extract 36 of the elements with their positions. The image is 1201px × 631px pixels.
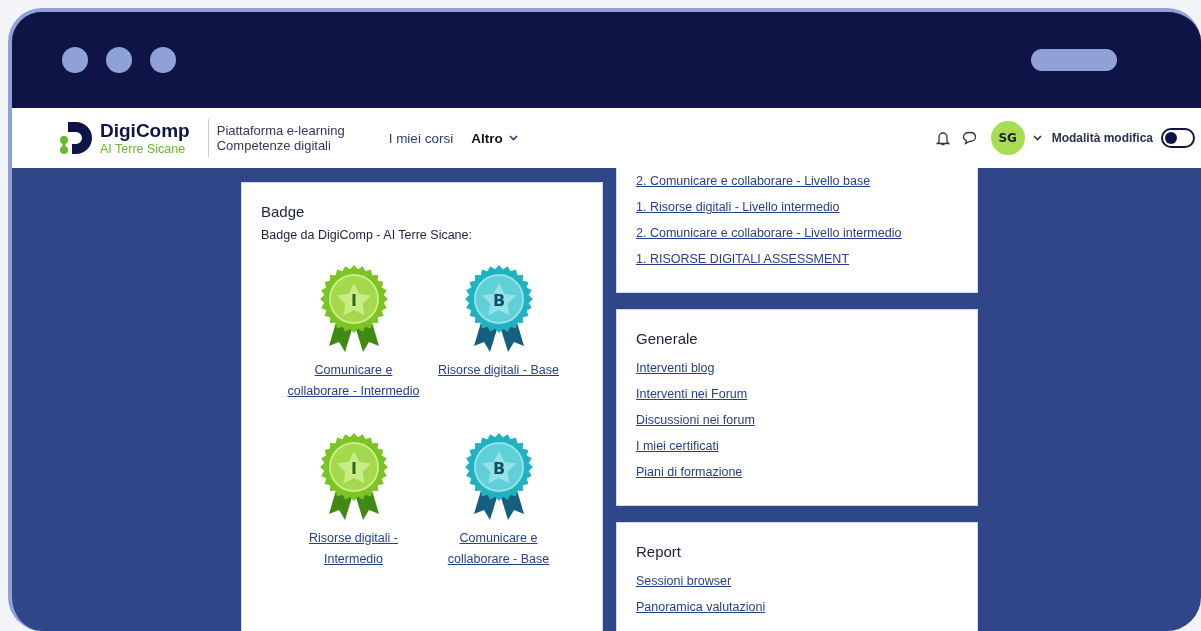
- nav-link[interactable]: Altro: [471, 130, 518, 146]
- chat-icon[interactable]: [961, 131, 977, 145]
- logo-name: DigiComp: [100, 120, 190, 140]
- course-link[interactable]: 2. Comunicare e collaborare - Livello base: [636, 168, 871, 194]
- nav-link[interactable]: I miei corsi: [388, 130, 454, 146]
- card-title: Badge: [261, 203, 306, 220]
- course-link[interactable]: 1. Risorse digitali - Livello intermedio: [636, 194, 840, 220]
- logo-subtitle: AI Terre Sicane: [100, 141, 187, 156]
- badge-link[interactable]: Comunicare e collaborare - Base: [431, 528, 566, 570]
- window-dot: [106, 47, 132, 73]
- window-dot: [62, 47, 88, 73]
- logo-icon: [58, 120, 92, 156]
- window-dot: [150, 47, 176, 73]
- card-subtitle: Badge da DigiComp - AI Terre Sicane:: [261, 228, 473, 242]
- user-avatar[interactable]: SG: [990, 121, 1025, 155]
- section-link[interactable]: Panoramica valutazioni: [636, 594, 766, 620]
- badge-link[interactable]: Comunicare e collaborare - Intermedio: [286, 360, 421, 402]
- course-link[interactable]: 1. RISORSE DIGITALI ASSESSMENT: [636, 246, 850, 272]
- card-title: Report: [636, 543, 683, 560]
- chevron-down-icon[interactable]: [1032, 135, 1042, 141]
- edit-mode-label: Modalità modifica: [1051, 131, 1153, 145]
- bell-icon[interactable]: [935, 130, 950, 146]
- chevron-down-icon: [508, 135, 518, 141]
- platform-name: Piattaforma e-learning: [216, 123, 345, 138]
- card-title: Generale: [636, 330, 699, 347]
- badge-link[interactable]: Risorse digitali - Intermedio: [286, 528, 421, 570]
- section-link[interactable]: Interventi blog: [636, 355, 715, 381]
- section-link[interactable]: Piani di formazione: [636, 459, 743, 485]
- course-link[interactable]: 2. Comunicare e collaborare - Livello intermedio: [636, 220, 902, 246]
- edit-mode-toggle[interactable]: [1161, 128, 1195, 148]
- section-link[interactable]: I miei certificati: [636, 433, 719, 459]
- platform-name: Competenze digitali: [216, 138, 332, 153]
- badge-link[interactable]: Risorse digitali - Base: [438, 360, 559, 381]
- section-link[interactable]: Sessioni browser: [636, 568, 732, 594]
- section-link[interactable]: Interventi nei Forum: [636, 381, 748, 407]
- section-link[interactable]: Discussioni nei forum: [636, 407, 755, 433]
